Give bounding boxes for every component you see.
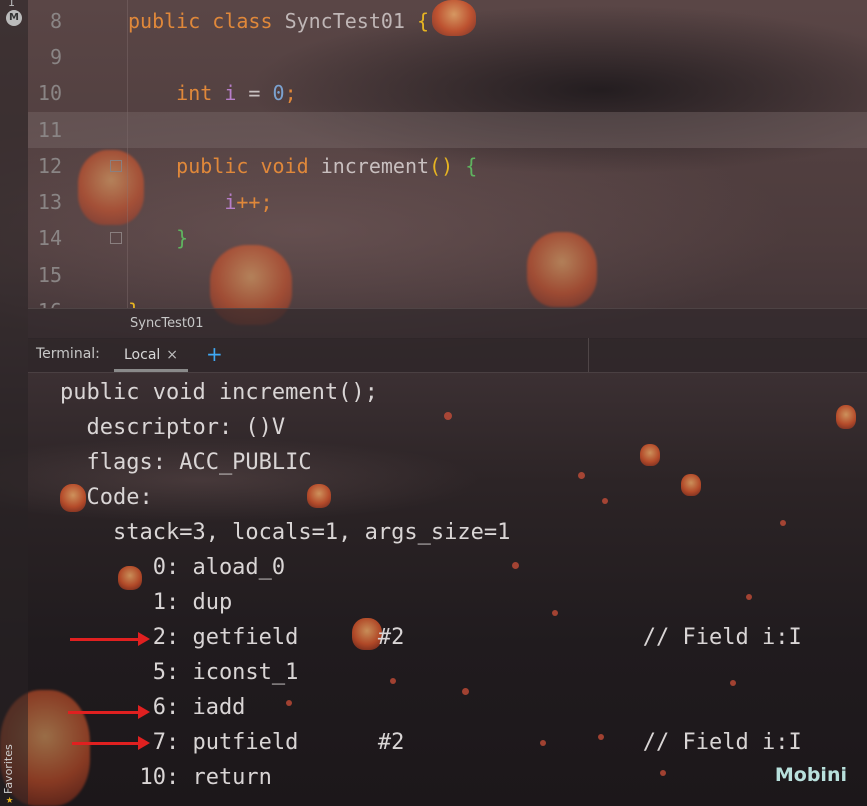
left-tool-strip: 1 M Favorites ★ [0, 0, 28, 806]
add-tab-icon[interactable]: + [206, 342, 223, 366]
code-text: int i = 0; [176, 81, 297, 105]
line-number: 12 [37, 154, 62, 178]
star-icon: ★ [6, 792, 14, 806]
fold-icon[interactable] [110, 232, 122, 244]
terminal-tab-bar: Terminal: Local × + [28, 338, 867, 373]
code-line: 10 int i = 0; [28, 75, 867, 111]
code-text: public void increment() { [176, 154, 478, 178]
watermark: Mobini [774, 764, 847, 786]
line-number: 15 [37, 263, 62, 287]
code-line: 8 public class SyncTest01 { [28, 3, 867, 39]
line-number: 11 [37, 118, 62, 142]
close-icon[interactable]: × [166, 347, 178, 363]
annotation-arrow-iadd [68, 705, 150, 719]
terminal-line: 0: aload_0 [60, 555, 286, 580]
annotation-arrow-putfield [72, 736, 150, 750]
code-editor[interactable]: 8 public class SyncTest01 { 9 10 int i =… [28, 0, 867, 308]
code-text: i++; [224, 190, 273, 214]
line-number: 9 [49, 45, 62, 69]
terminal-output[interactable]: public void increment(); descriptor: ()V… [28, 372, 867, 806]
terminal-line: 1: dup [60, 590, 233, 615]
terminal-line: 7: putfield #2 // Field i:I [60, 730, 802, 755]
fold-icon[interactable] [110, 160, 122, 172]
tool-strip-number: 1 [8, 0, 15, 9]
code-line: 14 } [28, 220, 867, 256]
code-line: 12 public void increment() { [28, 148, 867, 184]
code-text: } [128, 293, 140, 308]
current-code-line: 11 [28, 112, 867, 148]
code-line: 13 i++; [28, 184, 867, 220]
tab-local[interactable]: Local × [114, 338, 189, 372]
code-line: 15 [28, 257, 867, 293]
terminal-line: flags: ACC_PUBLIC [60, 450, 312, 475]
terminal-line: public void increment(); [60, 380, 378, 405]
code-line: 9 [28, 39, 867, 75]
line-number: 13 [37, 190, 62, 214]
tab-divider [588, 338, 589, 372]
line-number: 10 [37, 81, 62, 105]
terminal-line: stack=3, locals=1, args_size=1 [60, 520, 511, 545]
code-text: } [176, 226, 189, 250]
annotation-arrow-getfield [70, 632, 150, 646]
terminal-line: 6: iadd [60, 695, 246, 720]
breadcrumb-bar: SyncTest01 [28, 308, 867, 339]
code-text: public class SyncTest01 { [128, 9, 430, 33]
tab-local-label: Local [124, 347, 161, 363]
favorites-tab[interactable]: Favorites [2, 714, 22, 794]
terminal-line: descriptor: ()V [60, 415, 286, 440]
terminal-line: 10: return [60, 765, 272, 790]
line-number: 16 [28, 293, 62, 308]
line-number: 14 [37, 226, 62, 250]
terminal-line: Code: [60, 485, 153, 510]
terminal-line: 5: iconst_1 [60, 660, 299, 685]
code-line: 16 } [28, 293, 867, 308]
line-number: 8 [49, 9, 62, 33]
terminal-line: 2: getfield #2 // Field i:I [60, 625, 802, 650]
terminal-label: Terminal: [36, 346, 100, 362]
maven-icon[interactable]: M [6, 10, 22, 26]
breadcrumb[interactable]: SyncTest01 [130, 316, 203, 331]
